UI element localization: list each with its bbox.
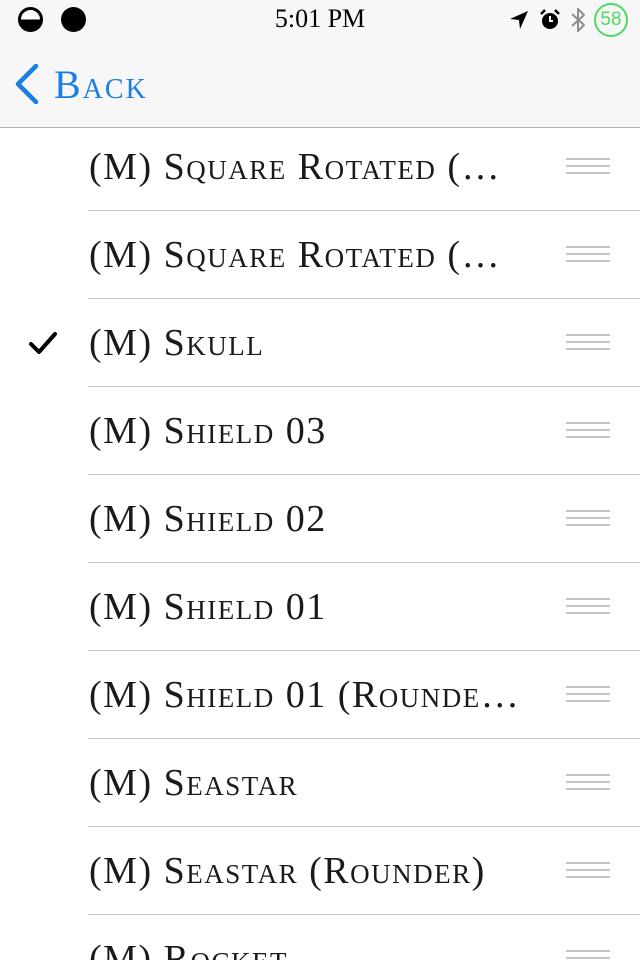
chevron-left-icon (14, 64, 40, 104)
battery-percent: 58 (600, 9, 622, 30)
list-item[interactable]: (M) Shield 01 (Rounde… (0, 651, 640, 739)
list-item[interactable]: (M) Square Rotated (… (0, 211, 640, 299)
list-item-label: (M) Shield 02 (89, 498, 327, 540)
battery-ring-icon: 58 (594, 3, 628, 37)
list-item[interactable]: (M) Skull (0, 299, 640, 387)
list-item[interactable]: (M) Shield 01 (0, 563, 640, 651)
status-icons: 58 (508, 3, 628, 37)
list-item-label: (M) Shield 01 (Rounde… (89, 674, 521, 716)
reorder-handle-icon[interactable] (566, 686, 610, 704)
reorder-handle-icon[interactable] (566, 422, 610, 440)
list-item-label: (M) Square Rotated (… (89, 234, 502, 276)
reorder-handle-icon[interactable] (566, 774, 610, 792)
reorder-handle-icon[interactable] (566, 510, 610, 528)
list-item[interactable]: (M) Rocket (0, 915, 640, 960)
list-item-label: (M) Seastar (Rounder) (89, 850, 486, 892)
bluetooth-icon (570, 7, 586, 33)
list-item[interactable]: (M) Square Rotated (… (0, 123, 640, 211)
list-item[interactable]: (M) Shield 03 (0, 387, 640, 475)
alarm-clock-icon (538, 8, 562, 32)
item-list: (M) Square Rotated (… (M) Square Rotated… (0, 123, 640, 960)
checkmark-icon (28, 329, 58, 357)
list-item-label: (M) Shield 03 (89, 410, 327, 452)
reorder-handle-icon[interactable] (566, 950, 610, 960)
back-label: Back (54, 61, 148, 107)
list-item-label: (M) Square Rotated (… (89, 146, 502, 188)
back-button[interactable]: Back (14, 61, 148, 107)
reorder-handle-icon[interactable] (566, 246, 610, 264)
location-arrow-icon (508, 9, 530, 31)
reorder-handle-icon[interactable] (566, 158, 610, 176)
screen: 5:01 PM 58 Back (M) Square Rotated (… (M… (0, 0, 640, 960)
list-item[interactable]: (M) Seastar (Rounder) (0, 827, 640, 915)
list-item[interactable]: (M) Shield 02 (0, 475, 640, 563)
list-item-label: (M) Shield 01 (89, 586, 327, 628)
reorder-handle-icon[interactable] (566, 334, 610, 352)
reorder-handle-icon[interactable] (566, 598, 610, 616)
status-bar: 5:01 PM 58 (0, 0, 640, 40)
list-item-label: (M) Skull (89, 322, 265, 364)
reorder-handle-icon[interactable] (566, 862, 610, 880)
list-item[interactable]: (M) Seastar (0, 739, 640, 827)
navigation-bar: Back (0, 40, 640, 128)
list-item-label: (M) Seastar (89, 762, 299, 804)
list-item-label: (M) Rocket (89, 938, 288, 960)
